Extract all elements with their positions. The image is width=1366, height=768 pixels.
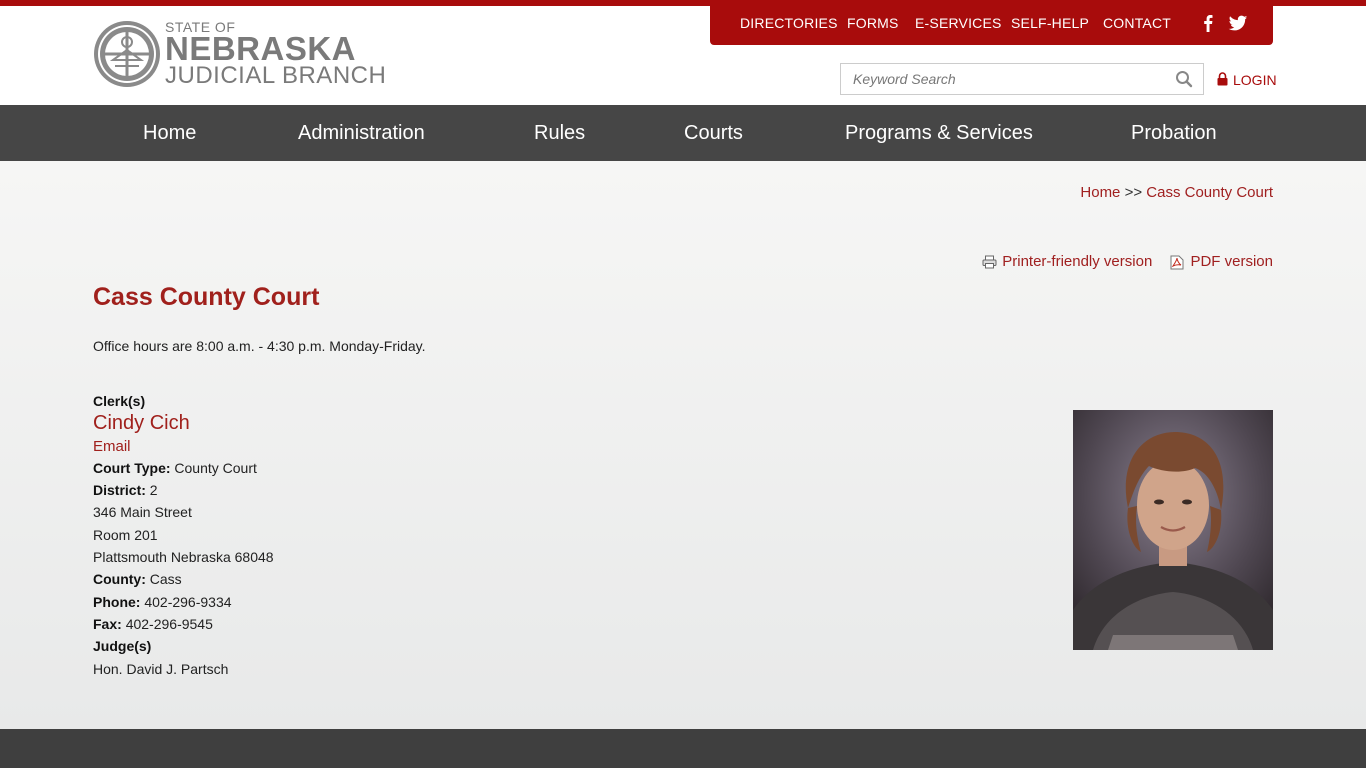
site-logo[interactable]: STATE OF NEBRASKA JUDICIAL BRANCH xyxy=(93,20,393,92)
print-links: Printer-friendly version PDF version xyxy=(968,253,1273,270)
pdf-icon xyxy=(1170,255,1184,270)
search-box xyxy=(840,63,1204,95)
fax-value: 402-296-9545 xyxy=(125,615,213,632)
clerk-email-link[interactable]: Email xyxy=(93,438,131,455)
main-nav: Home Administration Rules Courts Program… xyxy=(0,105,1366,161)
breadcrumb-home[interactable]: Home xyxy=(1080,184,1120,201)
fax-label: Fax: xyxy=(93,615,122,632)
address-line-2: Room 201 xyxy=(93,526,158,543)
office-hours: Office hours are 8:00 a.m. - 4:30 p.m. M… xyxy=(93,338,426,354)
logo-judicial-branch: JUDICIAL BRANCH xyxy=(165,62,387,89)
utility-link-directories[interactable]: DIRECTORIES xyxy=(740,15,838,31)
site-footer xyxy=(0,729,1366,768)
county-value: Cass xyxy=(149,571,182,588)
utility-link-contact[interactable]: CONTACT xyxy=(1103,15,1171,31)
pdf-version-link[interactable]: PDF version xyxy=(1170,253,1273,270)
logo-wordmark: STATE OF NEBRASKA JUDICIAL BRANCH xyxy=(165,20,386,88)
district-label: District: xyxy=(93,482,146,499)
utility-nav: DIRECTORIES FORMS E-SERVICES SELF-HELP C… xyxy=(710,6,1273,45)
breadcrumb-separator: >> xyxy=(1124,184,1143,201)
nav-item-courts[interactable]: Courts xyxy=(684,105,743,161)
district-value: 2 xyxy=(149,482,158,499)
court-type-value: County Court xyxy=(174,459,257,476)
search-input[interactable] xyxy=(853,71,1163,87)
printer-friendly-label: Printer-friendly version xyxy=(1002,253,1153,270)
breadcrumb: Home >> Cass County Court xyxy=(1080,184,1273,201)
twitter-icon[interactable] xyxy=(1227,12,1249,34)
site-header: STATE OF NEBRASKA JUDICIAL BRANCH DIRECT… xyxy=(0,6,1366,105)
phone-value: 402-296-9334 xyxy=(144,593,232,610)
clerk-name: Cindy Cich xyxy=(93,412,190,435)
facebook-icon[interactable] xyxy=(1197,12,1219,34)
main-content: Home >> Cass County Court Printer-friend… xyxy=(0,161,1366,729)
county-label: County: xyxy=(93,571,146,588)
address-line-3: Plattsmouth Nebraska 68048 xyxy=(93,549,274,566)
judge-name: Hon. David J. Partsch xyxy=(93,660,229,677)
page-title: Cass County Court xyxy=(93,283,320,311)
utility-link-e-services[interactable]: E-SERVICES xyxy=(915,15,1002,31)
logo-nebraska: NEBRASKA xyxy=(165,30,357,67)
breadcrumb-current[interactable]: Cass County Court xyxy=(1146,184,1273,201)
nav-item-administration[interactable]: Administration xyxy=(298,105,425,161)
nav-item-probation[interactable]: Probation xyxy=(1131,105,1217,161)
court-details: Clerk(s) Cindy Cich Email Court Type: Co… xyxy=(93,390,593,680)
nebraska-seal-icon xyxy=(94,21,160,87)
printer-friendly-link[interactable]: Printer-friendly version xyxy=(982,253,1152,270)
district-row: District: 2 xyxy=(93,479,593,501)
nav-item-rules[interactable]: Rules xyxy=(534,105,585,161)
nav-item-home[interactable]: Home xyxy=(143,105,196,161)
court-type-row: Court Type: County Court xyxy=(93,457,593,479)
judge-heading: Judge(s) xyxy=(93,638,152,655)
pdf-version-label: PDF version xyxy=(1190,253,1273,270)
login-label: LOGIN xyxy=(1233,72,1277,88)
nav-item-programs-services[interactable]: Programs & Services xyxy=(845,105,1033,161)
address-line-1: 346 Main Street xyxy=(93,504,192,521)
printer-icon xyxy=(982,255,997,269)
clerk-photo xyxy=(1073,410,1273,650)
fax-row: Fax: 402-296-9545 xyxy=(93,613,593,635)
court-type-label: Court Type: xyxy=(93,459,171,476)
county-row: County: Cass xyxy=(93,568,593,590)
phone-row: Phone: 402-296-9334 xyxy=(93,591,593,613)
clerk-heading: Clerk(s) xyxy=(93,393,146,409)
utility-link-forms[interactable]: FORMS xyxy=(847,15,899,31)
phone-label: Phone: xyxy=(93,593,141,610)
lock-icon xyxy=(1217,72,1228,86)
search-icon[interactable] xyxy=(1175,70,1193,88)
utility-link-self-help[interactable]: SELF-HELP xyxy=(1011,15,1089,31)
